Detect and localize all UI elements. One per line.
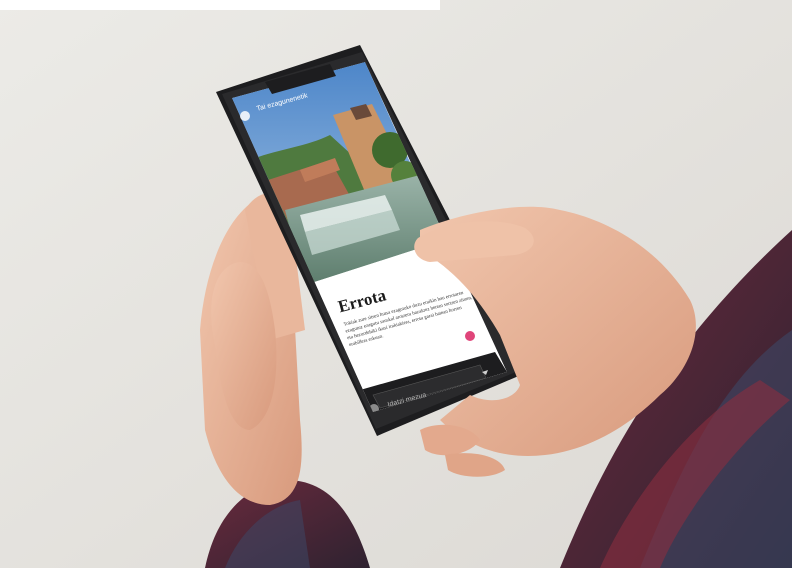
photo-scene [0,0,792,568]
fab-icon [465,331,475,341]
top-strip [0,0,440,10]
app-logo [240,111,250,121]
